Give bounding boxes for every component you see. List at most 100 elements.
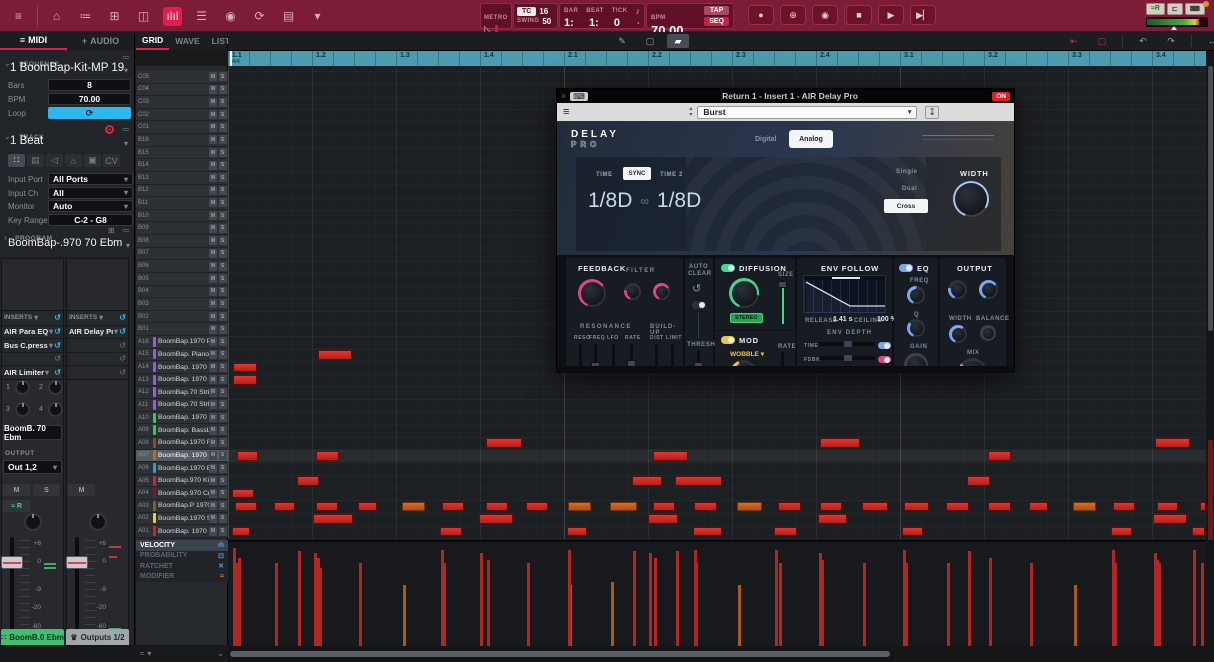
browser-icon[interactable]: ≔ <box>76 7 95 26</box>
row-mute[interactable]: M <box>209 98 217 107</box>
pad-row-A01[interactable]: A01BoomBap. 1970 KickMS <box>136 525 228 538</box>
row-mute[interactable]: M <box>209 476 217 485</box>
velocity-bar[interactable] <box>1193 550 1196 646</box>
mode-digital[interactable]: Digital <box>755 136 776 143</box>
pad-row-C03[interactable]: C03MS <box>136 96 228 109</box>
pad-row-A04[interactable]: A04BoomBap.970 CrashMS <box>136 487 228 500</box>
row-solo[interactable]: S <box>219 527 227 536</box>
midi-note[interactable] <box>318 350 352 360</box>
plugin-close-icon[interactable]: × <box>561 91 566 101</box>
row-solo[interactable]: S <box>219 274 227 283</box>
row-solo[interactable]: S <box>219 413 227 422</box>
row-mute[interactable]: M <box>209 186 217 195</box>
row-solo[interactable]: S <box>219 426 227 435</box>
pad-row-B12[interactable]: B12MS <box>136 185 228 198</box>
punch-in-button[interactable]: ◉ <box>812 5 838 25</box>
track-name[interactable]: 1 Beat <box>10 135 43 147</box>
pad-row-A09[interactable]: A09BoomBap. BassLoopMS <box>136 424 228 437</box>
row-solo[interactable]: S <box>219 110 227 119</box>
vertical-scrollbar[interactable] <box>1207 66 1214 646</box>
midi-note[interactable] <box>440 527 462 537</box>
midi-note[interactable] <box>232 489 254 499</box>
marquee-tool[interactable]: ▢ <box>639 34 661 48</box>
bpm-panel[interactable]: BPM 70.00 TAP SEQ <box>646 3 734 29</box>
tab-midi[interactable]: ≡MIDI <box>0 32 67 50</box>
velocity-bar[interactable] <box>903 550 906 646</box>
row-solo[interactable]: S <box>219 173 227 182</box>
velocity-bar[interactable] <box>1112 550 1115 646</box>
output-insert-slot-4[interactable]: ↺ <box>67 365 128 379</box>
row-solo[interactable]: S <box>219 400 227 409</box>
plugin-menu-icon[interactable]: ≡ <box>563 106 569 118</box>
row-mute[interactable]: M <box>209 110 217 119</box>
velocity-bar[interactable] <box>649 553 652 646</box>
midi-note[interactable] <box>988 451 1011 461</box>
sequence-name[interactable]: 1 BoomBap-Kit-MP 19 <box>10 62 124 74</box>
row-solo[interactable]: S <box>219 85 227 94</box>
velocity-bar[interactable] <box>1201 563 1204 646</box>
redo-icon[interactable]: ↷ <box>1160 34 1182 48</box>
pad-row-B13[interactable]: B13MS <box>136 172 228 185</box>
time-depth-toggle[interactable] <box>878 342 891 349</box>
midi-note[interactable] <box>653 502 675 512</box>
autoclear-toggle[interactable] <box>692 301 706 309</box>
velocity-bar[interactable] <box>989 563 992 646</box>
program-insert-slot-2[interactable]: Bus C.pressor▾↺ <box>2 338 63 352</box>
pad-row-B09[interactable]: B09MS <box>136 222 228 235</box>
row-mute[interactable]: M <box>209 375 217 384</box>
fdbk-depth-toggle[interactable] <box>878 356 891 363</box>
midi-note[interactable] <box>904 502 929 512</box>
velocity-bar[interactable] <box>611 582 614 646</box>
eq-q-knob[interactable] <box>907 319 925 337</box>
midi-note[interactable] <box>693 527 722 537</box>
release-value[interactable]: 1.41 s <box>833 316 852 323</box>
row-mute[interactable]: M <box>209 85 217 94</box>
pad-row-A12[interactable]: A12BoomBap.70 StringsMS <box>136 387 228 400</box>
row-solo[interactable]: S <box>219 489 227 498</box>
row-mute[interactable]: M <box>209 451 217 460</box>
volume-fader-handle[interactable] <box>1 556 23 569</box>
midi-note[interactable] <box>486 502 508 512</box>
midi-note[interactable] <box>402 502 425 512</box>
snap-icon[interactable]: ⇤ <box>1063 34 1085 48</box>
midi-note[interactable] <box>988 502 1011 512</box>
row-solo[interactable]: S <box>219 72 227 81</box>
pad-row-A16[interactable]: A16BoomBap.1970 PianoMS <box>136 336 228 349</box>
velocity-bar[interactable] <box>480 553 483 646</box>
pad-row-B05[interactable]: B05MS <box>136 273 228 286</box>
pad-row-B06[interactable]: B06MS <box>136 260 228 273</box>
pad-row-B15[interactable]: B15MS <box>136 147 228 160</box>
play-button[interactable]: ▶ <box>878 5 904 25</box>
plugin-on-badge[interactable]: ON <box>992 92 1010 101</box>
play-start-button[interactable]: ▶▏ <box>910 5 936 25</box>
velocity-bar[interactable] <box>863 563 866 646</box>
midi-note[interactable] <box>675 476 722 486</box>
program-insert-slot-3[interactable]: ↺ <box>2 352 63 366</box>
qlink-knob-2[interactable] <box>48 380 63 395</box>
eq-toggle[interactable] <box>899 264 913 272</box>
looper-icon[interactable]: ⟳ <box>250 7 269 26</box>
row-solo[interactable]: S <box>219 476 227 485</box>
midi-note[interactable] <box>1029 502 1048 512</box>
midi-note[interactable] <box>632 476 662 486</box>
row-solo[interactable]: S <box>219 325 227 334</box>
row-mute[interactable]: M <box>209 325 217 334</box>
clip-view-icon[interactable]: ◫ <box>134 7 153 26</box>
matrix-icon[interactable]: ⊞ <box>105 7 124 26</box>
midi-note[interactable] <box>233 363 257 373</box>
midi-note[interactable] <box>1113 502 1135 512</box>
midi-note[interactable] <box>820 438 860 448</box>
out-mute-button[interactable]: M <box>68 484 95 496</box>
record-arm-icon[interactable] <box>105 125 114 134</box>
row-mute[interactable]: M <box>209 514 217 523</box>
row-solo[interactable]: S <box>219 211 227 220</box>
preset-save-icon[interactable]: ↧ <box>925 106 939 119</box>
pad-row-A14[interactable]: A14BoomBap. 1970 BellsMS <box>136 361 228 374</box>
row-solo[interactable]: S <box>219 224 227 233</box>
midi-keys-badge[interactable]: ⌨ <box>1185 3 1205 15</box>
velocity-bar[interactable] <box>275 563 278 646</box>
velocity-bar[interactable] <box>527 563 530 646</box>
midi-note[interactable] <box>902 527 923 537</box>
automation-badge[interactable]: ≈R <box>1146 3 1165 15</box>
row-mute[interactable]: M <box>209 438 217 447</box>
